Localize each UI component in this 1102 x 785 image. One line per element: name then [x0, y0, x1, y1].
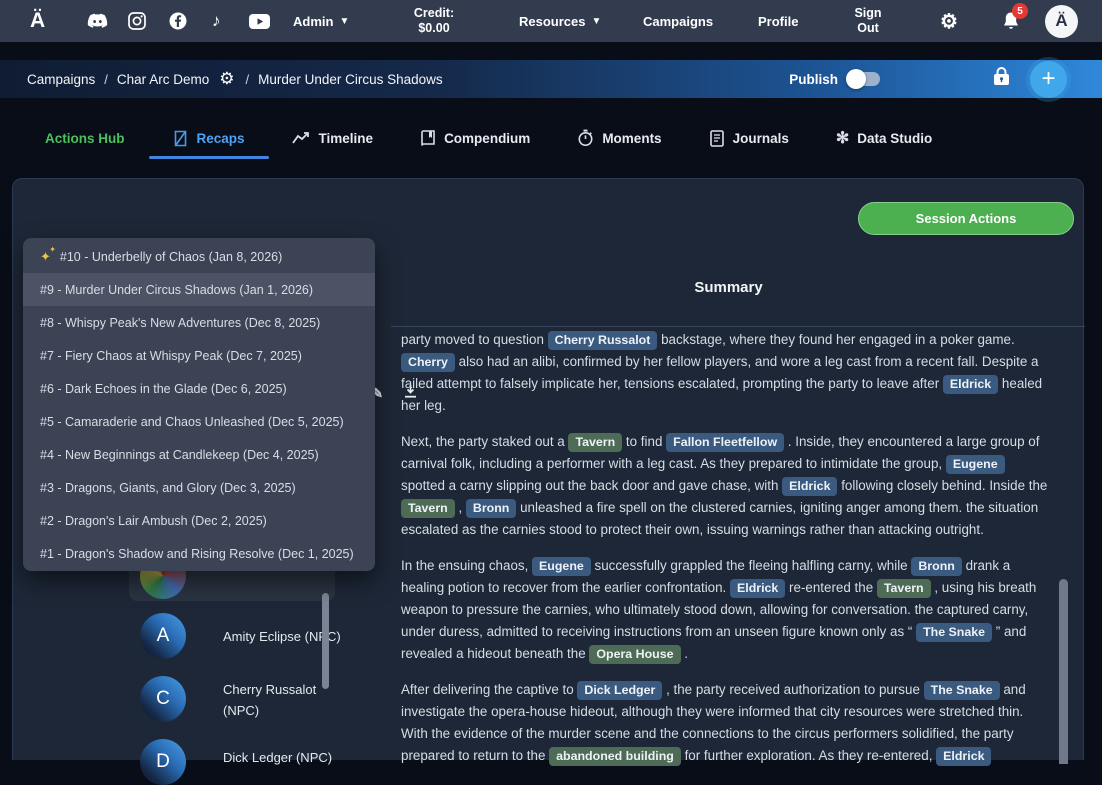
entity-chip-abandoned-building[interactable]: abandoned building	[549, 747, 681, 766]
breadcrumb-campaigns[interactable]: Campaigns	[27, 72, 95, 87]
tab-compendium[interactable]: Compendium	[420, 130, 530, 147]
entity-chip-cherry-russalot[interactable]: Cherry Russalot	[548, 331, 658, 350]
entity-chip-eldrick[interactable]: Eldrick	[936, 747, 991, 766]
entity-chip-tavern[interactable]: Tavern	[401, 499, 455, 518]
entity-chip-eldrick[interactable]: Eldrick	[782, 477, 837, 496]
app-logo[interactable]: Ä	[30, 0, 45, 42]
session-dropdown: ✦✦#10 - Underbelly of Chaos (Jan 8, 2026…	[23, 238, 375, 571]
sparkles-icon: ✦✦	[40, 249, 51, 265]
summary-heading: Summary	[391, 279, 1066, 296]
entity-chip-bronn[interactable]: Bronn	[466, 499, 516, 518]
session-tabs: Actions Hub Recaps Timeline Compendium M…	[45, 115, 932, 161]
facebook-icon[interactable]	[169, 0, 187, 42]
tab-data-studio[interactable]: ✻ Data Studio	[836, 128, 932, 148]
entity-chip-the-snake[interactable]: The Snake	[916, 623, 992, 642]
campaign-settings-gear-icon[interactable]: ⚙	[219, 69, 234, 89]
entity-chip-tavern[interactable]: Tavern	[877, 579, 931, 598]
notifications-bell[interactable]: 5	[1002, 0, 1020, 42]
character-name[interactable]: Cherry Russalot (NPC)	[223, 679, 333, 721]
tab-timeline[interactable]: Timeline	[292, 131, 374, 146]
user-avatar[interactable]: Ä	[1045, 0, 1078, 42]
nav-signout[interactable]: Sign Out	[847, 0, 889, 42]
book-icon	[420, 130, 436, 147]
publish-control: Publish	[789, 72, 880, 87]
character-avatar[interactable]: A	[140, 613, 186, 659]
asterisk-icon: ✻	[836, 128, 849, 148]
character-name[interactable]: Dick Ledger (NPC)	[223, 747, 332, 768]
session-actions-button[interactable]: Session Actions	[858, 202, 1074, 235]
summary-text: party moved to question Cherry Russalot …	[401, 329, 1049, 781]
character-avatar[interactable]: C	[140, 676, 186, 722]
entity-chip-opera-house[interactable]: Opera House	[589, 645, 680, 664]
tab-actions-hub[interactable]: Actions Hub	[45, 131, 125, 146]
chevron-down-icon: ▼	[591, 16, 601, 27]
session-option[interactable]: #1 - Dragon's Shadow and Rising Resolve …	[23, 537, 375, 570]
session-option[interactable]: #7 - Fiery Chaos at Whispy Peak (Dec 7, …	[23, 339, 375, 372]
timeline-icon	[292, 131, 311, 145]
youtube-icon[interactable]	[249, 0, 270, 42]
lock-icon[interactable]	[992, 66, 1011, 92]
entity-chip-eldrick[interactable]: Eldrick	[943, 375, 998, 394]
entity-chip-dick-ledger[interactable]: Dick Ledger	[577, 681, 662, 700]
nav-resources[interactable]: Resources ▼	[519, 0, 601, 42]
breadcrumb-campaign-name[interactable]: Char Arc Demo	[117, 72, 209, 87]
breadcrumb: Campaigns / Char Arc Demo ⚙ / Murder Und…	[27, 69, 443, 89]
breadcrumb-bar: Campaigns / Char Arc Demo ⚙ / Murder Und…	[0, 60, 1102, 98]
tiktok-icon[interactable]: ♪	[212, 0, 221, 42]
instagram-icon[interactable]	[128, 0, 146, 42]
session-option[interactable]: #8 - Whispy Peak's New Adventures (Dec 8…	[23, 306, 375, 339]
session-option[interactable]: #3 - Dragons, Giants, and Glory (Dec 3, …	[23, 471, 375, 504]
session-option[interactable]: #2 - Dragon's Lair Ambush (Dec 2, 2025)	[23, 504, 375, 537]
nav-campaigns[interactable]: Campaigns	[643, 0, 713, 42]
session-option[interactable]: #9 - Murder Under Circus Shadows (Jan 1,…	[23, 273, 375, 306]
session-option[interactable]: #6 - Dark Echoes in the Glade (Dec 6, 20…	[23, 372, 375, 405]
entity-chip-fallon-fleetfellow[interactable]: Fallon Fleetfellow	[666, 433, 784, 452]
tab-moments[interactable]: Moments	[577, 129, 661, 147]
entity-chip-bronn[interactable]: Bronn	[911, 557, 961, 576]
tab-journals[interactable]: Journals	[709, 130, 789, 147]
entity-chip-eugene[interactable]: Eugene	[946, 455, 1005, 474]
entity-chip-eldrick[interactable]: Eldrick	[730, 579, 785, 598]
stopwatch-icon	[577, 129, 594, 147]
settings-gear-icon[interactable]: ⚙	[940, 0, 958, 42]
add-button[interactable]: +	[1030, 61, 1067, 98]
summary-scrollbar[interactable]	[1059, 579, 1068, 764]
recap-card: Murder Under Circus Shadows ▲ ✎ Session …	[12, 178, 1084, 760]
chevron-down-icon: ▼	[339, 16, 349, 27]
discord-icon[interactable]	[87, 0, 108, 42]
top-navbar: Ä ♪ Admin ▼ Credit: $0.00 Resources ▼ Ca…	[0, 0, 1102, 42]
scroll-icon	[172, 130, 189, 147]
breadcrumb-session-name[interactable]: Murder Under Circus Shadows	[258, 72, 443, 87]
credit-display: Credit: $0.00	[405, 0, 463, 42]
publish-label: Publish	[789, 72, 838, 87]
tab-recaps[interactable]: Recaps	[172, 130, 245, 147]
entity-chip-tavern[interactable]: Tavern	[568, 433, 622, 452]
session-option[interactable]: ✦✦#10 - Underbelly of Chaos (Jan 8, 2026…	[23, 240, 375, 273]
character-avatar[interactable]: D	[140, 739, 186, 785]
entity-chip-the-snake[interactable]: The Snake	[924, 681, 1000, 700]
session-option[interactable]: #4 - New Beginnings at Candlekeep (Dec 4…	[23, 438, 375, 471]
nav-profile[interactable]: Profile	[758, 0, 798, 42]
sidebar-scrollbar[interactable]	[322, 593, 329, 689]
admin-menu[interactable]: Admin ▼	[293, 0, 349, 42]
entity-chip-cherry[interactable]: Cherry	[401, 353, 455, 372]
publish-toggle[interactable]	[849, 72, 880, 86]
entity-chip-eugene[interactable]: Eugene	[532, 557, 591, 576]
notification-badge: 5	[1012, 3, 1028, 19]
session-option[interactable]: #5 - Camaraderie and Chaos Unleashed (De…	[23, 405, 375, 438]
journal-icon	[709, 130, 725, 147]
